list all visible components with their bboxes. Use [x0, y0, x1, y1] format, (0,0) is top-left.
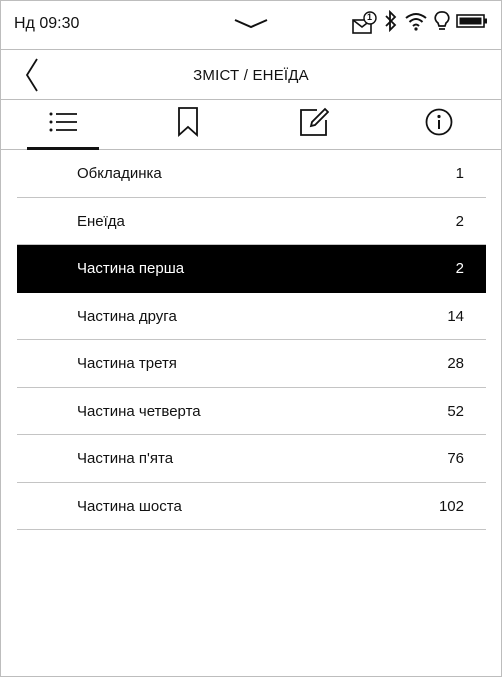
toc-item-label: Частина шоста [77, 497, 182, 515]
toc-item-label: Частина друга [77, 307, 177, 325]
tab-contents[interactable] [0, 100, 126, 150]
tab-notes[interactable] [251, 100, 377, 149]
status-icons: 1 [352, 9, 488, 37]
toc-item-page: 76 [447, 450, 464, 467]
clock: Нд 09:30 [14, 15, 80, 32]
toc-item[interactable]: Частина п'ята 76 [17, 435, 486, 483]
toc-item-page: 52 [447, 402, 464, 420]
toc-item-page: 102 [438, 497, 464, 515]
toc-item-label: Частина п'ята [77, 450, 174, 467]
toc-item[interactable]: Частина шоста 102 [17, 483, 486, 530]
toc-item[interactable]: Обкладинка 1 [17, 150, 486, 198]
toc-item-label: Частина четверта [77, 402, 201, 420]
toc-item[interactable]: Частина четверта 52 [17, 388, 486, 435]
toc-item[interactable]: Частина друга 14 [17, 293, 486, 340]
toc-item-label: Обкладинка [77, 165, 162, 182]
page-title: ЗМІСТ / ЕНЕЇДА [193, 67, 309, 84]
toc-item[interactable]: Частина третя 28 [17, 340, 486, 388]
toc-item-page: 2 [455, 260, 464, 277]
bluetooth-icon [384, 9, 398, 37]
toc-item-label: Частина перша [77, 260, 185, 277]
wifi-icon [404, 11, 428, 36]
notification-count: 1 [367, 11, 373, 22]
status-bar: Нд 09:30 1 [0, 0, 502, 50]
pulldown-chevron-icon[interactable] [234, 17, 268, 35]
toc-item-page: 2 [455, 212, 464, 230]
note-edit-icon [299, 107, 330, 142]
info-icon [425, 108, 453, 141]
toc-item-page: 28 [447, 355, 464, 372]
frontlight-bulb-icon [434, 10, 450, 37]
list-icon [48, 111, 78, 138]
tab-info[interactable] [377, 100, 502, 149]
toc-item-label: Енеїда [77, 212, 125, 230]
toc-tabs [0, 100, 502, 150]
toc-item-label: Частина третя [77, 355, 177, 372]
tab-bookmarks[interactable] [126, 100, 252, 149]
toc-item[interactable]: Енеїда 2 [17, 198, 486, 245]
battery-icon [456, 13, 488, 34]
toc-item[interactable]: Частина перша 2 [17, 245, 486, 293]
bookmark-icon [177, 107, 199, 142]
toc-header: ЗМІСТ / ЕНЕЇДА [0, 50, 502, 100]
message-notification-icon[interactable]: 1 [352, 10, 378, 37]
toc-item-page: 14 [447, 307, 464, 325]
toc-list: Обкладинка 1 Енеїда 2 Частина перша 2 Частина … [17, 150, 486, 530]
toc-item-page: 1 [455, 165, 464, 182]
